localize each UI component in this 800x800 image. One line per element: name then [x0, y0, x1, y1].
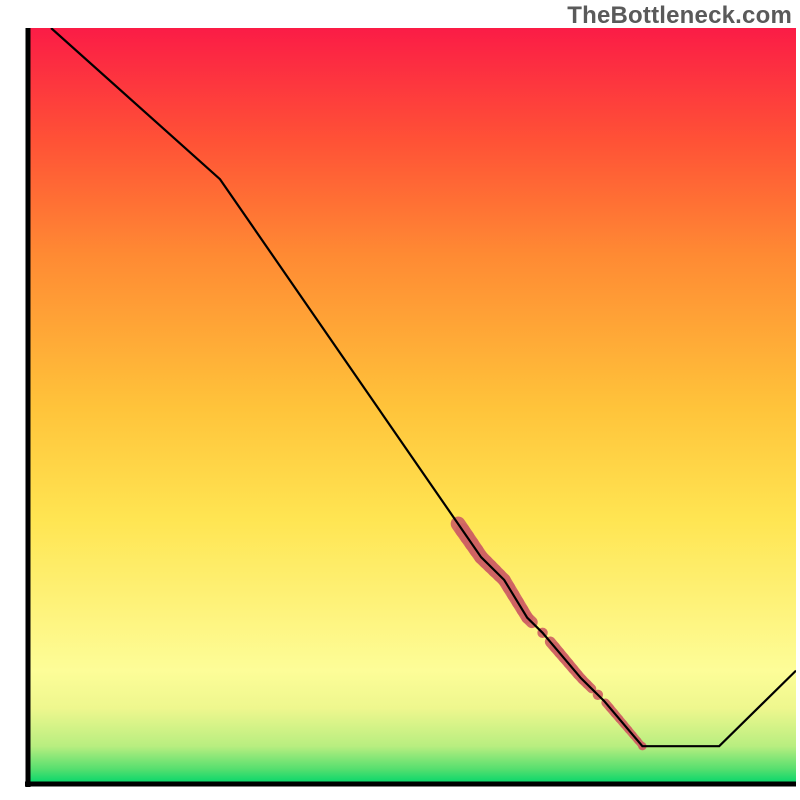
watermark-text: TheBottleneck.com — [567, 2, 792, 30]
chart-svg — [0, 0, 800, 800]
chart-container: TheBottleneck.com — [0, 0, 800, 800]
chart-background-gradient — [28, 28, 796, 784]
